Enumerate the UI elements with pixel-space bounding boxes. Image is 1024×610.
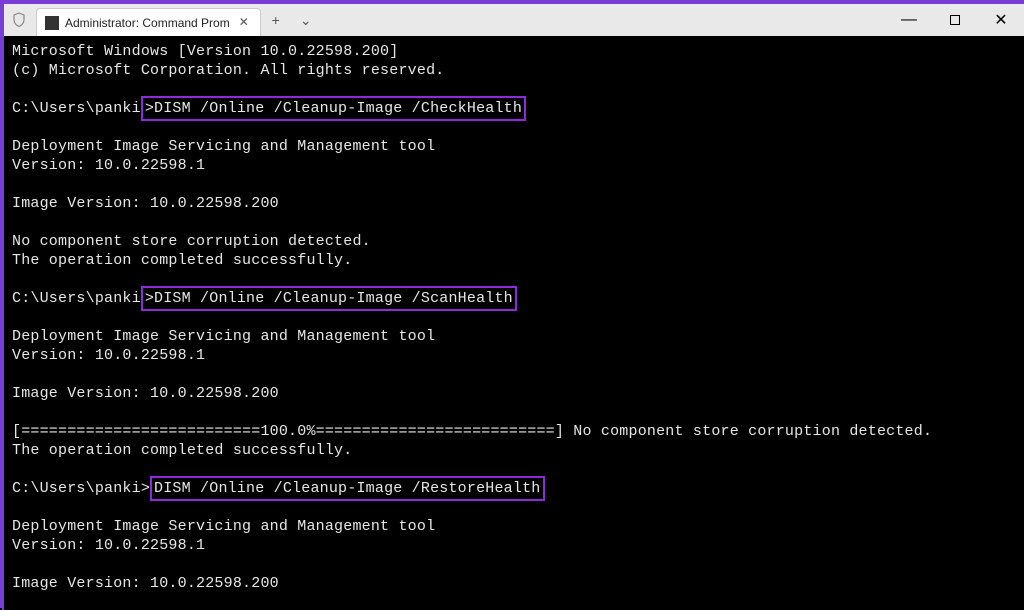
dism-version: Version: 10.0.22598.1 [12, 347, 205, 364]
cmd-icon [45, 16, 59, 30]
window-controls: — ✕ [886, 4, 1024, 36]
tab-title: Administrator: Command Prom [65, 16, 230, 30]
dism-header: Deployment Image Servicing and Managemen… [12, 518, 435, 535]
dism-version: Version: 10.0.22598.1 [12, 537, 205, 554]
tab-menu-button[interactable]: ⌄ [291, 5, 321, 35]
close-tab-button[interactable]: ✕ [236, 15, 252, 31]
prompt-path: C:\Users\panki> [12, 480, 150, 497]
command-checkhealth: >DISM /Online /Cleanup-Image /CheckHealt… [141, 96, 526, 121]
image-version: Image Version: 10.0.22598.200 [12, 575, 279, 592]
active-tab[interactable]: Administrator: Command Prom ✕ [36, 8, 261, 36]
close-window-button[interactable]: ✕ [978, 4, 1024, 36]
prompt-path: C:\Users\panki [12, 100, 141, 117]
image-version: Image Version: 10.0.22598.200 [12, 385, 279, 402]
progress-bar: [==========================100.0%=======… [12, 423, 573, 440]
terminal-content[interactable]: Microsoft Windows [Version 10.0.22598.20… [4, 36, 1024, 610]
minimize-button[interactable]: — [886, 4, 932, 36]
result-no-corruption: No component store corruption detected. [12, 233, 371, 250]
result-complete: The operation completed successfully. [12, 442, 352, 459]
command-restorehealth: DISM /Online /Cleanup-Image /RestoreHeal… [150, 476, 544, 501]
shield-icon [4, 4, 34, 36]
titlebar: Administrator: Command Prom ✕ + ⌄ — ✕ [4, 4, 1024, 36]
new-tab-button[interactable]: + [261, 5, 291, 35]
dism-header: Deployment Image Servicing and Managemen… [12, 328, 435, 345]
maximize-button[interactable] [932, 4, 978, 36]
os-version-line: Microsoft Windows [Version 10.0.22598.20… [12, 43, 398, 60]
dism-version: Version: 10.0.22598.1 [12, 157, 205, 174]
result-complete: The operation completed successfully. [12, 252, 352, 269]
command-scanhealth: >DISM /Online /Cleanup-Image /ScanHealth [141, 286, 517, 311]
scan-result: No component store corruption detected. [573, 423, 932, 440]
prompt-path: C:\Users\panki [12, 290, 141, 307]
copyright-line: (c) Microsoft Corporation. All rights re… [12, 62, 444, 79]
dism-header: Deployment Image Servicing and Managemen… [12, 138, 435, 155]
image-version: Image Version: 10.0.22598.200 [12, 195, 279, 212]
